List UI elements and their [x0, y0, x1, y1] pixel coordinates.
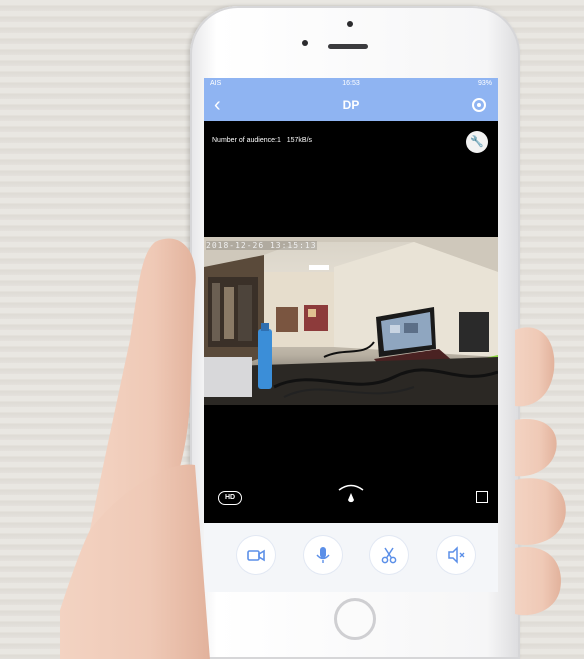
audience-info: Number of audience:1 157kB/s: [212, 137, 312, 144]
ptz-direction-icon[interactable]: [334, 481, 368, 507]
scissors-icon: [381, 547, 397, 564]
app-screen: AIS 16:53 93% ‹ DP Number of audience:1 …: [204, 78, 498, 592]
home-button[interactable]: [334, 598, 376, 640]
camera-feed: 2018-12-26 13:15:13: [204, 237, 498, 405]
fullscreen-icon[interactable]: [476, 491, 488, 503]
microphone-icon: [316, 547, 330, 563]
speaker-icon: [448, 546, 465, 564]
bitrate: 157kB/s: [286, 137, 313, 144]
status-bar: AIS 16:53 93%: [204, 78, 498, 90]
battery-level: 93%: [477, 80, 492, 87]
earpiece-speaker: [328, 44, 368, 49]
clock: 16:53: [342, 80, 360, 87]
sensor-dot: [347, 21, 353, 27]
live-video-view[interactable]: Number of audience:1 157kB/s 🔧 2018-12-2…: [204, 121, 498, 523]
screenshot-button[interactable]: [370, 536, 408, 574]
nav-bar: ‹ DP: [204, 90, 498, 121]
settings-gear-icon[interactable]: [472, 98, 486, 112]
room-scene-image: [204, 237, 498, 405]
bottom-toolbar: [204, 523, 498, 592]
wrench-icon[interactable]: 🔧: [466, 131, 488, 153]
record-video-button[interactable]: [237, 536, 275, 574]
microphone-button[interactable]: [304, 536, 342, 574]
page-title: DP: [342, 98, 360, 112]
front-camera: [302, 40, 308, 46]
hd-quality-toggle[interactable]: HD: [218, 491, 243, 505]
speaker-button[interactable]: [437, 536, 475, 574]
record-video-icon: [247, 549, 265, 562]
feed-timestamp: 2018-12-26 13:15:13: [206, 241, 317, 250]
audience-count: Number of audience:1: [212, 137, 281, 144]
